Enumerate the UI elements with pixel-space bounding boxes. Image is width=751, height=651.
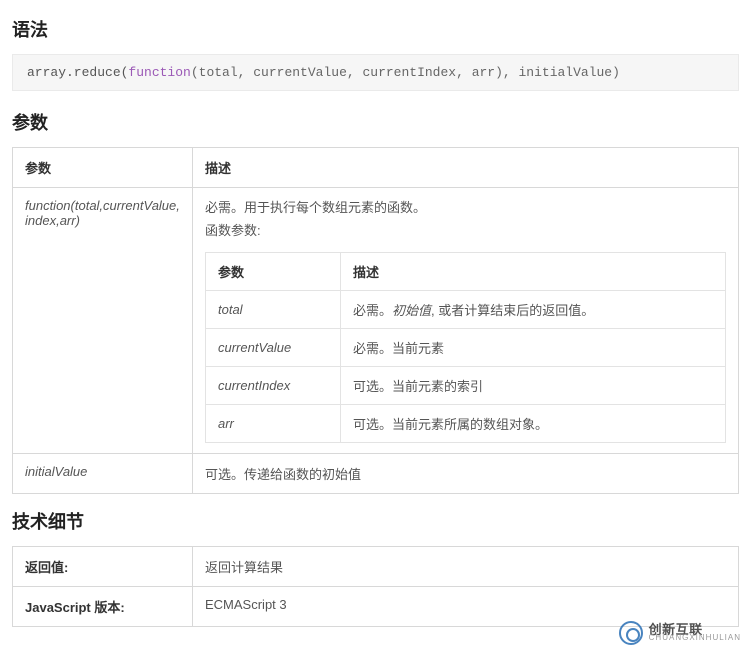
inner-params-table: 参数 描述 total 必需。初始值, 或者计算结束后的返回值。 current…: [205, 252, 726, 443]
param-desc: 必需。当前元素: [341, 328, 726, 366]
desc-text: 函数参数:: [205, 221, 726, 242]
watermark-text-stack: 创新互联 CHUANGXINHULIAN: [649, 623, 741, 642]
tech-value: 返回计算结果: [193, 546, 739, 586]
table-header-row: 参数 描述: [206, 252, 726, 290]
desc-text: 必需。用于执行每个数组元素的函数。: [205, 198, 726, 219]
param-desc: 必需。初始值, 或者计算结束后的返回值。: [341, 290, 726, 328]
col-header-param: 参数: [206, 252, 341, 290]
logo-icon: [619, 621, 643, 645]
tech-label: 返回值:: [13, 546, 193, 586]
watermark-subtext: CHUANGXINHULIAN: [649, 634, 741, 642]
code-keyword: function: [128, 65, 190, 80]
col-header-param: 参数: [13, 148, 193, 188]
tech-heading: 技术细节: [12, 508, 739, 534]
param-name: arr: [206, 404, 341, 442]
param-desc: 可选。当前元素的索引: [341, 366, 726, 404]
params-table: 参数 描述 function(total,currentValue, index…: [12, 147, 739, 494]
desc-italic: 初始值: [392, 303, 431, 318]
code-signature: (total, currentValue, currentIndex, arr)…: [191, 65, 620, 80]
table-row: total 必需。初始值, 或者计算结束后的返回值。: [206, 290, 726, 328]
syntax-heading: 语法: [12, 16, 739, 42]
tech-table: 返回值: 返回计算结果 JavaScript 版本: ECMAScript 3: [12, 546, 739, 627]
params-heading: 参数: [12, 109, 739, 135]
col-header-desc: 描述: [341, 252, 726, 290]
param-name: total: [206, 290, 341, 328]
watermark: 创新互联 CHUANGXINHULIAN: [619, 621, 741, 645]
param-desc: 可选。传递给函数的初始值: [193, 453, 739, 493]
param-name: currentValue: [206, 328, 341, 366]
table-row: initialValue 可选。传递给函数的初始值: [13, 453, 739, 493]
code-prefix: array.reduce(: [27, 65, 128, 80]
desc-text: 必需。: [353, 303, 392, 318]
param-name: currentIndex: [206, 366, 341, 404]
table-header-row: 参数 描述: [13, 148, 739, 188]
desc-text: , 或者计算结束后的返回值。: [431, 303, 594, 318]
table-row: function(total,currentValue, index,arr) …: [13, 188, 739, 454]
code-block: array.reduce(function(total, currentValu…: [12, 54, 739, 91]
table-row: 返回值: 返回计算结果: [13, 546, 739, 586]
tech-label: JavaScript 版本:: [13, 586, 193, 626]
param-name: initialValue: [13, 453, 193, 493]
param-desc: 可选。当前元素所属的数组对象。: [341, 404, 726, 442]
param-desc: 必需。用于执行每个数组元素的函数。 函数参数: 参数 描述 total 必需。初…: [193, 188, 739, 454]
table-row: currentIndex 可选。当前元素的索引: [206, 366, 726, 404]
col-header-desc: 描述: [193, 148, 739, 188]
table-row: currentValue 必需。当前元素: [206, 328, 726, 366]
table-row: arr 可选。当前元素所属的数组对象。: [206, 404, 726, 442]
param-name: function(total,currentValue, index,arr): [13, 188, 193, 454]
